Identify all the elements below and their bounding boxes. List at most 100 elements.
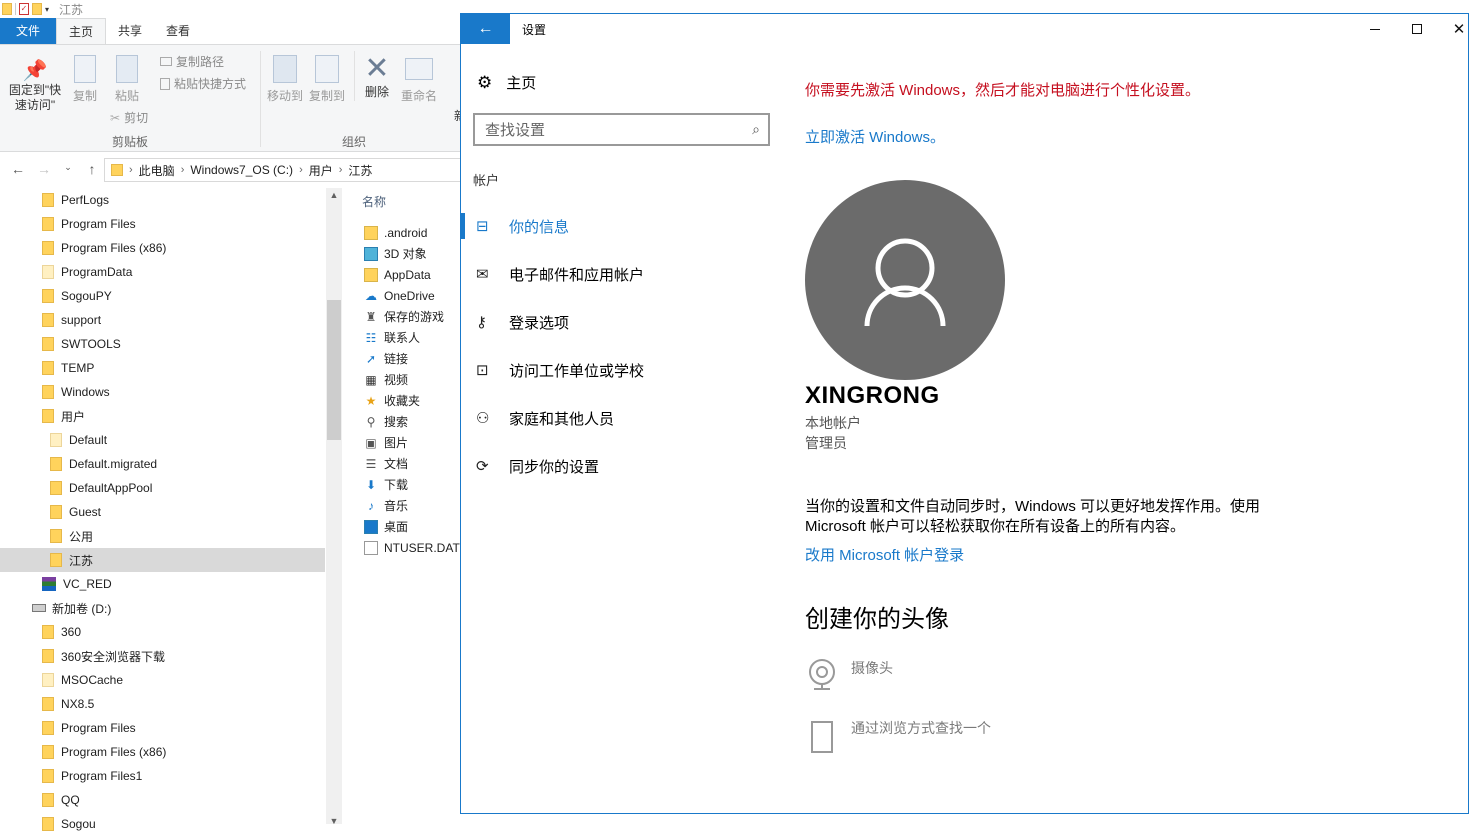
tree-item[interactable]: 360安全浏览器下载 <box>42 644 165 668</box>
nav-item[interactable]: ⚷ 登录选项 <box>461 305 779 339</box>
file-list-item[interactable]: ♜ 保存的游戏 <box>364 306 444 327</box>
cut-button[interactable]: ✂ 剪切 <box>110 109 148 126</box>
tree-item-label: support <box>61 313 102 327</box>
forward-arrow-icon[interactable]: → <box>32 161 56 177</box>
tree-item[interactable]: Default <box>50 428 107 452</box>
maximize-button[interactable] <box>1395 14 1439 44</box>
nav-item[interactable]: ⟳ 同步你的设置 <box>461 449 779 483</box>
copy-to-button[interactable]: 复制到 <box>308 55 346 104</box>
up-arrow-icon[interactable]: ↑ <box>80 161 104 177</box>
scrollbar-thumb[interactable] <box>327 300 341 440</box>
tab-share[interactable]: 共享 <box>106 18 154 44</box>
tree-item[interactable]: 360 <box>42 620 81 644</box>
copy-button[interactable]: 复制 <box>68 55 102 104</box>
browse-option[interactable]: 通过浏览方式查找一个 <box>805 718 991 757</box>
tree-item[interactable]: Program Files (x86) <box>42 236 166 260</box>
camera-option[interactable]: 摄像头 <box>805 658 893 695</box>
tree-item[interactable]: Program Files <box>42 716 136 740</box>
scroll-up-icon[interactable]: ▲ <box>326 190 342 200</box>
file-list-item[interactable]: NTUSER.DAT <box>364 537 460 558</box>
chevron-right-icon[interactable]: › <box>299 164 303 176</box>
file-list-item[interactable]: 3D 对象 <box>364 243 427 264</box>
breadcrumb-jiangsu[interactable]: 江苏 <box>348 162 372 179</box>
tree-item[interactable]: VC_RED <box>42 572 112 596</box>
address-bar[interactable]: › 此电脑 › Windows7_OS (C:) › 用户 › 江苏 <box>104 158 462 182</box>
tree-item[interactable]: 新加卷 (D:) <box>32 596 111 620</box>
home-link[interactable]: ⚙ 主页 <box>477 72 536 93</box>
file-list-item[interactable]: ♪ 音乐 <box>364 495 408 516</box>
tree-item[interactable]: SWTOOLS <box>42 332 121 356</box>
tree-item[interactable]: QQ <box>42 788 80 812</box>
scroll-down-icon[interactable]: ▼ <box>326 816 342 826</box>
new-folder-icon[interactable] <box>32 3 42 15</box>
tree-item[interactable]: ProgramData <box>42 260 132 284</box>
tree-item[interactable]: PerfLogs <box>42 188 109 212</box>
nav-item[interactable]: ⊡ 访问工作单位或学校 <box>461 353 779 387</box>
file-list-item[interactable]: ⚲ 搜索 <box>364 411 408 432</box>
tab-view[interactable]: 查看 <box>154 18 202 44</box>
breadcrumb-users[interactable]: 用户 <box>309 162 333 179</box>
file-list-item[interactable]: ☷ 联系人 <box>364 327 420 348</box>
chevron-right-icon[interactable]: › <box>181 164 185 176</box>
recent-dropdown-icon[interactable]: ⌄ <box>56 162 80 173</box>
close-button[interactable]: ✕ <box>1437 14 1469 44</box>
tree-item[interactable]: Program Files1 <box>42 764 142 788</box>
paste-shortcut-button[interactable]: 粘贴快捷方式 <box>160 75 246 92</box>
file-list-item[interactable]: 桌面 <box>364 516 408 537</box>
breadcrumb-drive-c[interactable]: Windows7_OS (C:) <box>190 163 293 177</box>
tree-item[interactable]: Program Files (x86) <box>42 740 166 764</box>
nav-item[interactable]: ✉ 电子邮件和应用帐户 <box>461 257 779 291</box>
tree-item[interactable]: SogouPY <box>42 284 112 308</box>
tab-file[interactable]: 文件 <box>0 18 57 44</box>
tree-item[interactable]: NX8.5 <box>42 692 94 716</box>
tree-item[interactable]: TEMP <box>42 356 94 380</box>
tree-item[interactable]: 用户 <box>42 404 85 428</box>
nav-item[interactable]: ⚇ 家庭和其他人员 <box>461 401 779 435</box>
settings-search-input[interactable]: 查找设置 ⌕ <box>473 113 770 146</box>
tree-item-label: VC_RED <box>63 577 112 591</box>
activate-windows-link[interactable]: 立即激活 Windows。 <box>805 126 945 147</box>
back-button[interactable]: ← <box>461 14 510 44</box>
delete-button[interactable]: ✕ 删除 <box>362 53 392 100</box>
tab-home[interactable]: 主页 <box>56 18 107 44</box>
file-list-item[interactable]: ▣ 图片 <box>364 432 408 453</box>
tree-item[interactable]: Program Files <box>42 212 136 236</box>
rename-icon <box>405 58 433 80</box>
tree-item[interactable]: support <box>42 308 101 332</box>
column-header-name[interactable]: 名称 <box>362 193 386 210</box>
file-list-item[interactable]: ➚ 链接 <box>364 348 408 369</box>
customize-toolbar-icon[interactable]: ▾ <box>45 5 49 14</box>
tree-scrollbar[interactable]: ▲ ▼ <box>326 188 342 826</box>
back-arrow-icon[interactable]: ← <box>6 161 30 177</box>
rename-button[interactable]: 重命名 <box>400 55 438 104</box>
nav-item-label: 电子邮件和应用帐户 <box>509 266 645 284</box>
chevron-right-icon[interactable]: › <box>129 164 133 176</box>
tree-item[interactable]: DefaultAppPool <box>50 476 152 500</box>
pin-quick-access-button[interactable]: 📌 固定到"快 速访问" <box>6 59 64 113</box>
paste-button[interactable]: 粘贴 <box>110 55 144 104</box>
nav-item[interactable]: ⊟ 你的信息 <box>461 209 779 243</box>
file-list-item[interactable]: ★ 收藏夹 <box>364 390 420 411</box>
folder-icon[interactable] <box>2 3 12 15</box>
tree-item[interactable]: 江苏 <box>0 548 325 572</box>
file-list-item[interactable]: ▦ 视频 <box>364 369 408 390</box>
search-icon[interactable]: ⌕ <box>752 121 760 138</box>
tree-item[interactable]: Windows <box>42 380 110 404</box>
move-to-button[interactable]: 移动到 <box>266 55 304 104</box>
chevron-right-icon[interactable]: › <box>339 164 343 176</box>
tree-item[interactable]: Sogou <box>42 812 96 836</box>
copy-path-button[interactable]: 复制路径 <box>160 53 224 70</box>
minimize-button[interactable] <box>1353 14 1397 44</box>
microsoft-account-login-link[interactable]: 改用 Microsoft 帐户登录 <box>805 544 964 565</box>
file-list-item[interactable]: ☰ 文档 <box>364 453 408 474</box>
tree-item[interactable]: Default.migrated <box>50 452 157 476</box>
file-list-item[interactable]: ☁ OneDrive <box>364 285 435 306</box>
breadcrumb-this-pc[interactable]: 此电脑 <box>139 162 175 179</box>
properties-icon[interactable]: ✓ <box>19 3 29 15</box>
tree-item[interactable]: 公用 <box>50 524 93 548</box>
tree-item[interactable]: Guest <box>50 500 101 524</box>
file-list-item[interactable]: AppData <box>364 264 431 285</box>
file-list-item[interactable]: ⬇ 下载 <box>364 474 408 495</box>
file-list-item[interactable]: .android <box>364 222 427 243</box>
tree-item[interactable]: MSOCache <box>42 668 123 692</box>
